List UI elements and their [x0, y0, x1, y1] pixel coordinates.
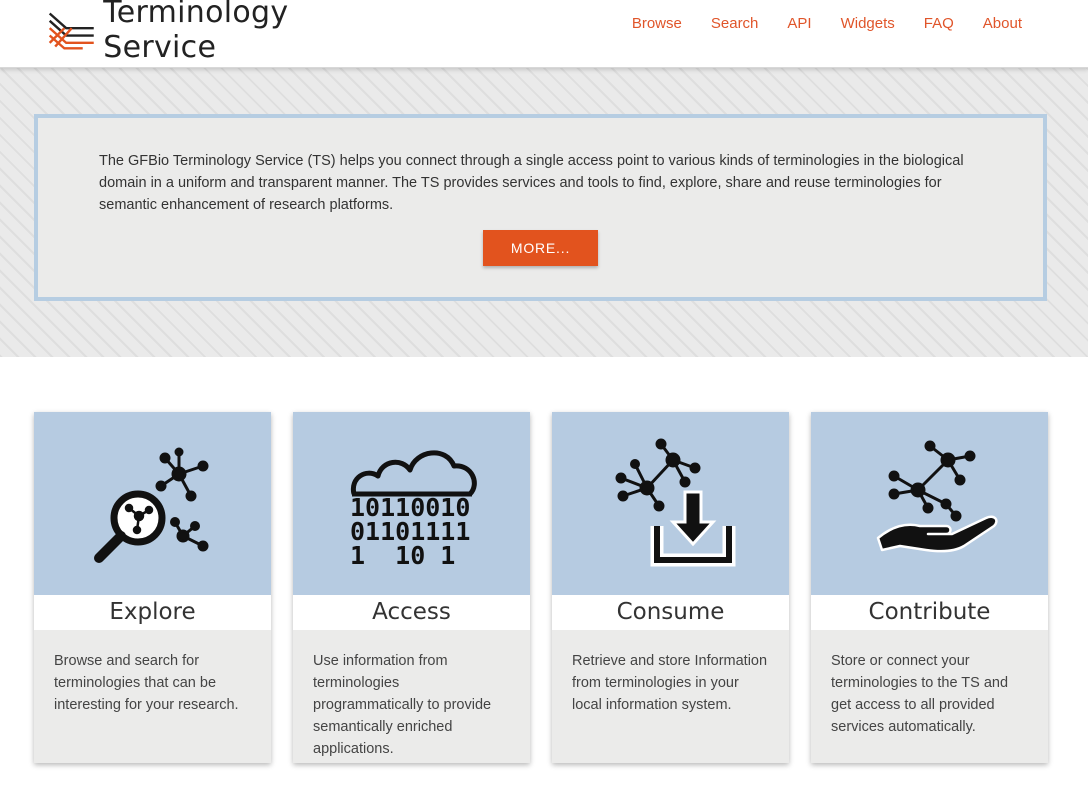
card-image: [552, 412, 789, 595]
main-nav: Browse Search API Widgets FAQ About: [603, 15, 1022, 32]
nav-search[interactable]: Search: [711, 15, 759, 32]
nav-about[interactable]: About: [983, 15, 1022, 32]
card-description: Store or connect your terminologies to t…: [831, 653, 1009, 735]
card-title: Contribute: [811, 595, 1048, 630]
intro-box: The GFBio Terminology Service (TS) helps…: [34, 114, 1047, 301]
feature-card-consume[interactable]: Consume Retrieve and store Information f…: [552, 412, 789, 763]
card-description: Use information from terminologies progr…: [313, 653, 492, 757]
network-download-icon: [615, 438, 735, 566]
hero-banner: The GFBio Terminology Service (TS) helps…: [0, 68, 1088, 357]
cloud-binary-icon: 10110010 01101111 1 10 1: [350, 449, 477, 570]
feature-card-explore[interactable]: Explore Browse and search for terminolog…: [34, 412, 271, 763]
hand-network-icon: [876, 440, 998, 552]
card-image: 10110010 01101111 1 10 1: [293, 412, 530, 595]
more-button[interactable]: MORE...: [483, 230, 598, 266]
card-description: Retrieve and store Information from term…: [572, 653, 768, 713]
feature-card-contribute[interactable]: Contribute Store or connect your termino…: [811, 412, 1048, 763]
intro-text: The GFBio Terminology Service (TS) helps…: [99, 153, 964, 213]
binary-row: 1 10 1: [350, 541, 455, 570]
card-title: Consume: [552, 595, 789, 630]
card-description: Browse and search for terminologies that…: [54, 653, 239, 713]
nav-browse[interactable]: Browse: [632, 15, 682, 32]
card-title: Explore: [34, 595, 271, 630]
feature-card-access[interactable]: 10110010 01101111 1 10 1 Access Use info…: [293, 412, 530, 763]
card-image: [811, 412, 1048, 595]
nav-widgets[interactable]: Widgets: [841, 15, 895, 32]
stacked-lines-logo-icon: [48, 12, 94, 50]
card-image: [34, 412, 271, 595]
nav-faq[interactable]: FAQ: [924, 15, 954, 32]
nav-api[interactable]: API: [787, 15, 811, 32]
brand-name: Terminology Service: [103, 0, 289, 65]
site-header: Terminology Service Browse Search API Wi…: [0, 0, 1088, 68]
card-title: Access: [293, 595, 530, 630]
magnifier-network-icon: [93, 447, 208, 563]
site-logo[interactable]: Terminology Service: [46, 0, 386, 65]
